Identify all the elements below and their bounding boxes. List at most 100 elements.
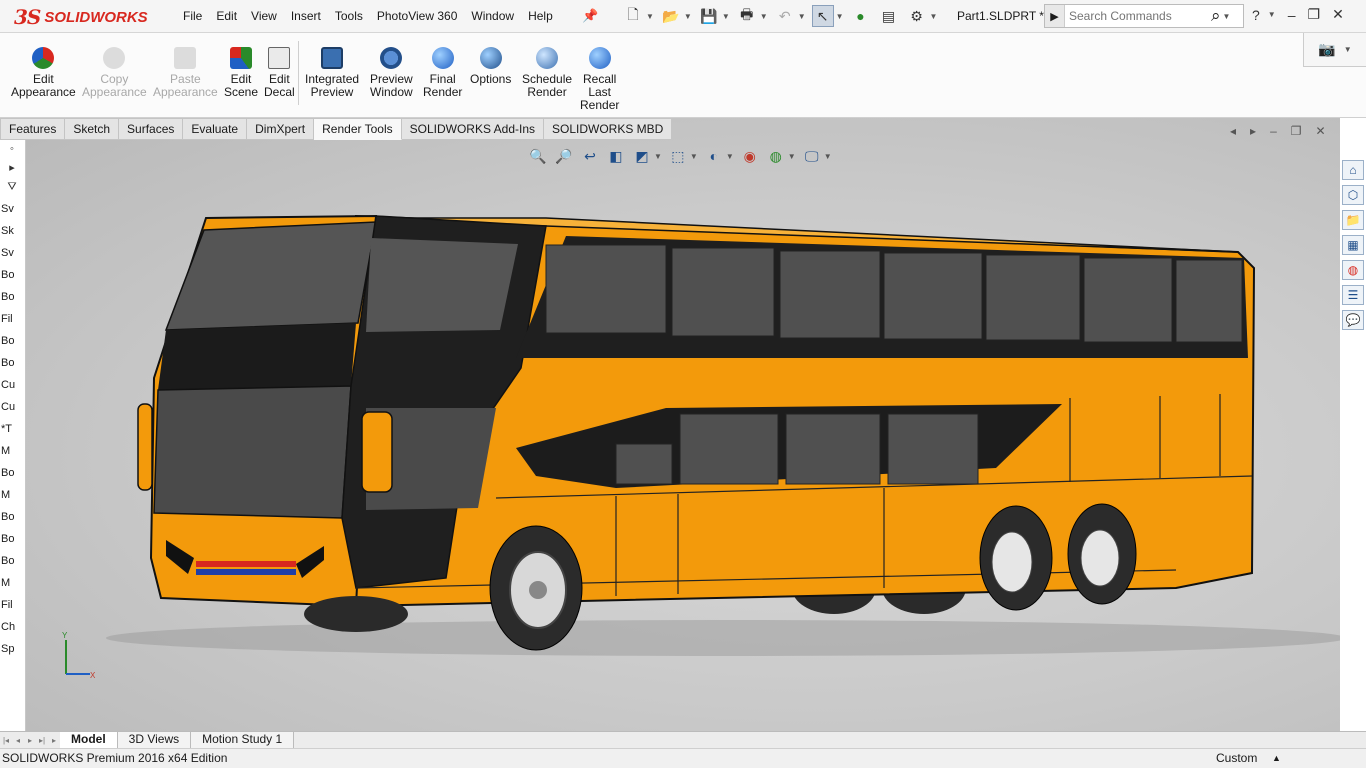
zoom-to-area-icon[interactable]: 🔎 — [554, 146, 574, 166]
more-tabs-icon[interactable]: ▸ — [48, 736, 60, 745]
tree-node[interactable]: Bo — [0, 550, 25, 572]
expand-panel-icon[interactable]: ▸ — [0, 158, 24, 176]
chevron-down-icon[interactable]: ▼ — [1223, 12, 1231, 21]
tree-node[interactable]: Bo — [0, 286, 25, 308]
zoom-to-fit-icon[interactable]: 🔍 — [528, 146, 548, 166]
tree-node[interactable]: Fil — [0, 308, 25, 330]
feature-manager-icon[interactable]: ◦ — [0, 140, 24, 158]
tree-node[interactable]: Bo — [0, 528, 25, 550]
tree-node[interactable]: Bo — [0, 264, 25, 286]
last-tab-icon[interactable]: ▸| — [36, 736, 48, 745]
menu-view[interactable]: View — [244, 0, 284, 33]
edit-appearance-button[interactable]: Edit Appearance — [11, 47, 76, 99]
tab-dimxpert[interactable]: DimXpert — [247, 118, 315, 140]
forum-icon[interactable]: 💬 — [1342, 310, 1364, 330]
previous-tab-icon[interactable]: ◂ — [12, 736, 24, 745]
tab-solidworks-mbd[interactable]: SOLIDWORKS MBD — [544, 118, 673, 140]
recall-last-render-button[interactable]: Recall Last Render — [580, 47, 619, 112]
display-style-icon[interactable]: ◐ — [704, 146, 724, 166]
chevron-down-icon[interactable]: ▼ — [654, 152, 662, 161]
chevron-down-icon[interactable]: ▼ — [788, 152, 796, 161]
close-icon[interactable]: ✕ — [1316, 124, 1326, 138]
tab-evaluate[interactable]: Evaluate — [183, 118, 248, 140]
tree-node[interactable]: *T — [0, 418, 25, 440]
menu-edit[interactable]: Edit — [209, 0, 244, 33]
undo-icon[interactable]: ↶ — [774, 5, 796, 27]
search-commands-box[interactable]: ▶ ⌕ ▼ — [1044, 4, 1244, 28]
chevron-down-icon[interactable]: ▼ — [646, 12, 654, 21]
menu-file[interactable]: File — [176, 0, 209, 33]
tree-node[interactable]: Sp — [0, 638, 25, 660]
tree-node[interactable]: M — [0, 484, 25, 506]
tree-node[interactable]: Bo — [0, 352, 25, 374]
tree-node[interactable]: Fil — [0, 594, 25, 616]
previous-window-icon[interactable]: ◂ — [1230, 124, 1236, 138]
chevron-down-icon[interactable]: ▼ — [1268, 10, 1276, 19]
chevron-down-icon[interactable]: ▼ — [760, 12, 768, 21]
filter-icon[interactable]: ⛛ — [0, 176, 24, 198]
bus-model[interactable] — [26, 118, 1340, 731]
first-tab-icon[interactable]: |◂ — [0, 736, 12, 745]
graphics-area[interactable] — [26, 118, 1340, 731]
preview-window-button[interactable]: Preview Window — [370, 47, 413, 99]
search-input[interactable] — [1069, 6, 1209, 26]
tree-node[interactable]: Cu — [0, 396, 25, 418]
previous-view-icon[interactable]: ↩ — [580, 146, 600, 166]
chevron-down-icon[interactable]: ▼ — [930, 12, 938, 21]
tree-node[interactable]: M — [0, 572, 25, 594]
chevron-up-icon[interactable]: ▲ — [1272, 749, 1281, 768]
tab-sketch[interactable]: Sketch — [65, 118, 120, 140]
minimize-icon[interactable]: – — [1288, 7, 1296, 23]
gear-icon[interactable]: ⚙ — [906, 5, 928, 27]
copy-appearance-button[interactable]: Copy Appearance — [82, 47, 147, 99]
chevron-down-icon[interactable]: ▼ — [836, 12, 844, 21]
restore-icon[interactable]: ❐ — [1308, 6, 1321, 23]
tree-node[interactable]: Sv — [0, 198, 25, 220]
section-view-icon[interactable]: ◧ — [606, 146, 626, 166]
appearances-scenes-icon[interactable]: ◍ — [1342, 260, 1364, 280]
open-folder-icon[interactable]: 📂 — [660, 5, 682, 27]
tab-render-tools[interactable]: Render Tools — [314, 118, 402, 140]
design-library-icon[interactable]: ⬡ — [1342, 185, 1364, 205]
tree-node[interactable]: Sk — [0, 220, 25, 242]
chevron-down-icon[interactable]: ▼ — [690, 152, 698, 161]
paste-appearance-button[interactable]: Paste Appearance — [153, 47, 218, 99]
units-selector[interactable]: Custom — [1216, 749, 1257, 768]
tab-solidworks-addins[interactable]: SOLIDWORKS Add-Ins — [401, 118, 544, 140]
menu-photoview360[interactable]: PhotoView 360 — [370, 0, 465, 33]
chevron-down-icon[interactable]: ▼ — [1344, 45, 1352, 54]
restore-icon[interactable]: ❐ — [1291, 124, 1302, 138]
select-pointer-icon[interactable]: ↖ — [811, 5, 834, 27]
tree-node[interactable]: Bo — [0, 506, 25, 528]
edit-decal-button[interactable]: Edit Decal — [264, 47, 295, 99]
tab-model[interactable]: Model — [60, 731, 118, 749]
view-palette-icon[interactable]: ▦ — [1342, 235, 1364, 255]
tree-node[interactable]: Bo — [0, 462, 25, 484]
view-orientation-icon[interactable]: ⬚ — [668, 146, 688, 166]
tab-surfaces[interactable]: Surfaces — [119, 118, 184, 140]
dynamic-annotation-icon[interactable]: ◩ — [632, 146, 652, 166]
menu-insert[interactable]: Insert — [284, 0, 328, 33]
file-properties-icon[interactable]: ▤ — [878, 5, 900, 27]
save-icon[interactable]: 💾 — [698, 5, 720, 27]
menu-tools[interactable]: Tools — [328, 0, 370, 33]
tab-3d-views[interactable]: 3D Views — [117, 731, 192, 749]
tree-node[interactable]: Sv — [0, 242, 25, 264]
file-explorer-icon[interactable]: 📁 — [1342, 210, 1364, 230]
tree-node[interactable]: Ch — [0, 616, 25, 638]
chevron-down-icon[interactable]: ▼ — [726, 152, 734, 161]
menu-help[interactable]: Help — [521, 0, 560, 33]
edit-scene-button[interactable]: Edit Scene — [224, 47, 258, 99]
final-render-button[interactable]: Final Render — [423, 47, 462, 99]
edit-appearance-icon[interactable]: ◍ — [766, 146, 786, 166]
new-document-icon[interactable]: 🗋 — [622, 5, 644, 27]
chevron-down-icon[interactable]: ▼ — [684, 12, 692, 21]
render-options-button[interactable]: Options — [470, 47, 511, 86]
hide-show-items-icon[interactable]: ◉ — [740, 146, 760, 166]
next-window-icon[interactable]: ▸ — [1250, 124, 1256, 138]
tab-motion-study-1[interactable]: Motion Study 1 — [191, 731, 295, 749]
traffic-light-icon[interactable]: ● — [850, 5, 872, 27]
tree-node[interactable]: M — [0, 440, 25, 462]
home-icon[interactable]: ⌂ — [1342, 160, 1364, 180]
search-icon[interactable]: ⌕ — [1211, 6, 1221, 26]
